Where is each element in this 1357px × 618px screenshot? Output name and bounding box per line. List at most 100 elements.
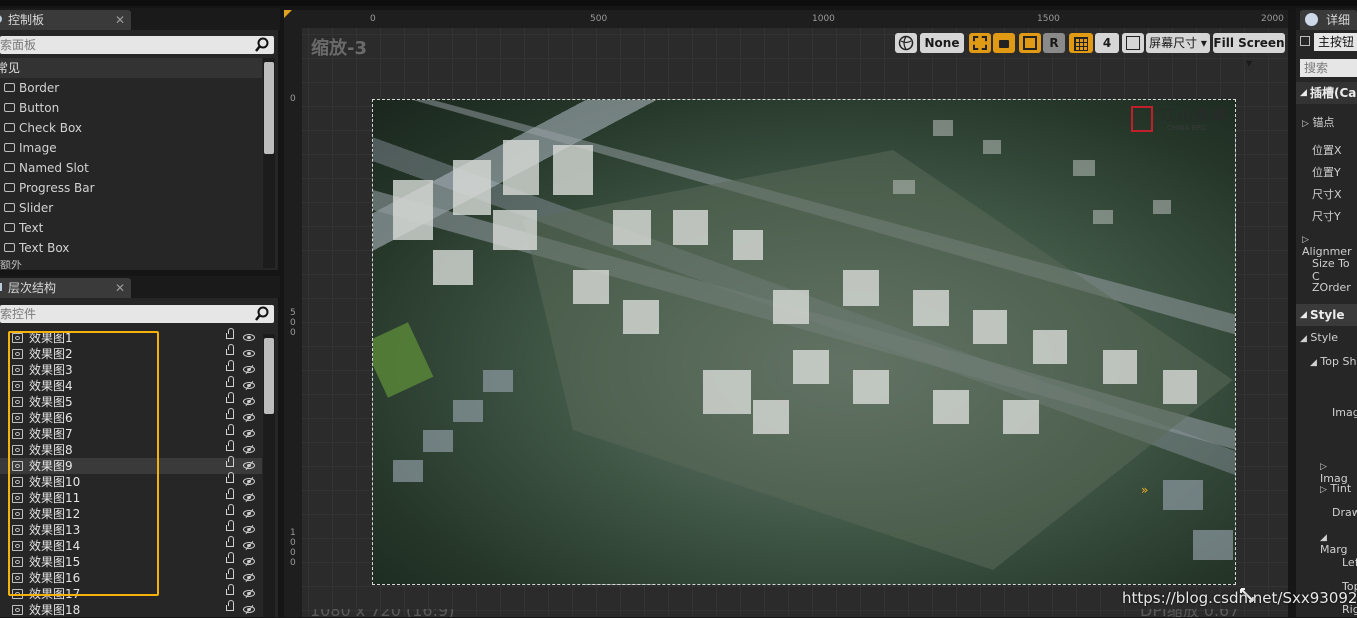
style-section-header[interactable]: ◢ Style [1296,304,1357,326]
lock-icon[interactable] [226,440,234,451]
palette-scrollbar[interactable] [263,58,275,268]
visibility-icon[interactable] [243,430,255,437]
visibility-icon[interactable] [243,478,255,485]
respect-locks-button[interactable]: R [1043,33,1065,53]
palette-item[interactable]: Text Box [0,238,262,258]
visibility-icon[interactable] [243,558,255,565]
visibility-icon[interactable] [243,462,255,469]
dashed-box-icon [973,36,987,50]
visibility-icon[interactable] [243,494,255,501]
tab-details[interactable]: 详细信 [1300,10,1357,47]
palette-category-next[interactable]: 额外 [0,260,262,270]
image-widget[interactable]: » 江山風華 CHINA EPIC [372,99,1236,585]
palette-panel: 索面板 常见 Border Button Check Box Image Named S… [0,30,278,270]
root-button-name-field[interactable]: 主按钮 [1314,33,1357,51]
close-icon[interactable]: ✕ [115,10,125,30]
lock-icon[interactable] [226,392,234,403]
tab-palette[interactable]: 控制板 ✕ [0,10,131,30]
grid-snap-button[interactable] [1069,33,1093,53]
palette-item[interactable]: Image [0,138,262,158]
hierarchy-item-label: 效果图18 [29,603,81,617]
lock-icon[interactable] [226,584,234,595]
details-divider [1289,10,1296,617]
palette-item[interactable]: Progress Bar [0,178,262,198]
hierarchy-panel: 索控件 效果图1 效果图2 效果图3 效果图4 效果图5 效果图6 效果图7 效果图8 效果图9… [0,298,278,617]
widget-icon [1300,36,1310,46]
fill-screen-dropdown[interactable]: Fill Screen ▾ [1213,33,1285,70]
palette-scroll-thumb[interactable] [264,62,274,154]
palette-item[interactable]: Check Box [0,118,262,138]
visibility-icon[interactable] [243,366,255,373]
lock-icon[interactable] [226,424,234,435]
lock-icon[interactable] [226,488,234,499]
world-space-button[interactable] [895,33,917,53]
transform-button[interactable] [1122,33,1144,53]
palette-item-label: Image [19,141,57,155]
slot-section-header[interactable]: ◢ 插槽(Ca [1296,82,1357,104]
lock-icon[interactable] [226,328,234,339]
lock-button[interactable] [993,33,1015,53]
layout-icon [1023,36,1037,50]
close-icon[interactable]: ✕ [115,278,125,298]
hierarchy-item[interactable]: 效果图18 [0,600,262,618]
visibility-icon[interactable] [243,414,255,421]
detail-anchors[interactable]: ▷ 锚点 [1302,114,1334,130]
expand-arrow-icon: ▷ [1302,119,1309,129]
svg-text:»: » [1141,483,1148,497]
lock-icon[interactable] [226,408,234,419]
lock-icon[interactable] [226,520,234,531]
lock-icon[interactable] [226,536,234,547]
none-dropdown[interactable]: None [920,33,964,53]
logo-chinese-text: 江山風華 [1161,106,1230,124]
detail-size-to-content: Size To C [1312,257,1350,283]
visibility-icon[interactable] [243,542,255,549]
lock-icon[interactable] [226,568,234,579]
watermark-text: https://blog.csdn.net/Sxx930923 [1122,589,1357,607]
palette-category-header[interactable]: 常见 [0,58,262,78]
visibility-icon[interactable] [243,526,255,533]
palette-item[interactable]: Border [0,78,262,98]
hierarchy-scrollbar[interactable] [263,334,275,617]
lock-icon[interactable] [226,344,234,355]
visibility-icon[interactable] [243,398,255,405]
details-search-input[interactable]: 搜索 [1300,59,1357,77]
lock-icon[interactable] [226,504,234,515]
detail-top-shadow[interactable]: ◢ Top Sh [1310,355,1356,368]
visibility-icon[interactable] [243,382,255,389]
detail-margin[interactable]: ◢ Marg [1320,530,1357,556]
outline-toggle-button[interactable] [969,33,991,53]
palette-item[interactable]: Slider [0,198,262,218]
hierarchy-scroll-thumb[interactable] [264,338,274,414]
lock-icon[interactable] [226,472,234,483]
detail-alignment[interactable]: ▷ Alignmer [1302,232,1357,258]
lock-icon[interactable] [226,600,234,611]
info-icon [1305,13,1318,26]
detail-style[interactable]: ◢ Style [1300,331,1338,344]
widget-type-icon [4,103,15,112]
hierarchy-search-input[interactable]: 索控件 [0,305,274,323]
tab-hierarchy[interactable]: 层次结构 ✕ [0,278,131,298]
logo-english-text: CHINA EPIC [1167,124,1208,132]
detail-tint[interactable]: ▷ Tint [1320,482,1351,495]
palette-item[interactable]: Button [0,98,262,118]
visibility-icon[interactable] [243,590,255,597]
visibility-icon[interactable] [243,350,255,357]
palette-item[interactable]: Text [0,218,262,238]
lock-icon[interactable] [226,456,234,467]
palette-search-input[interactable]: 索面板 [0,36,274,54]
visibility-icon[interactable] [243,334,255,341]
lock-icon[interactable] [226,552,234,563]
collapse-arrow-icon: ◢ [1310,358,1317,368]
seal-icon [1131,106,1153,132]
layout-toggle-button[interactable] [1019,33,1041,53]
lock-icon[interactable] [226,376,234,387]
palette-item[interactable]: Named Slot [0,158,262,178]
visibility-icon[interactable] [243,510,255,517]
lock-icon[interactable] [226,360,234,371]
screen-size-dropdown[interactable]: 屏幕尺寸 ▾ [1146,33,1210,53]
visibility-icon[interactable] [243,446,255,453]
grid-snap-value-dropdown[interactable]: 4 [1095,33,1119,53]
visibility-icon[interactable] [243,606,255,613]
palette-item-label: Text Box [19,241,70,255]
visibility-icon[interactable] [243,574,255,581]
